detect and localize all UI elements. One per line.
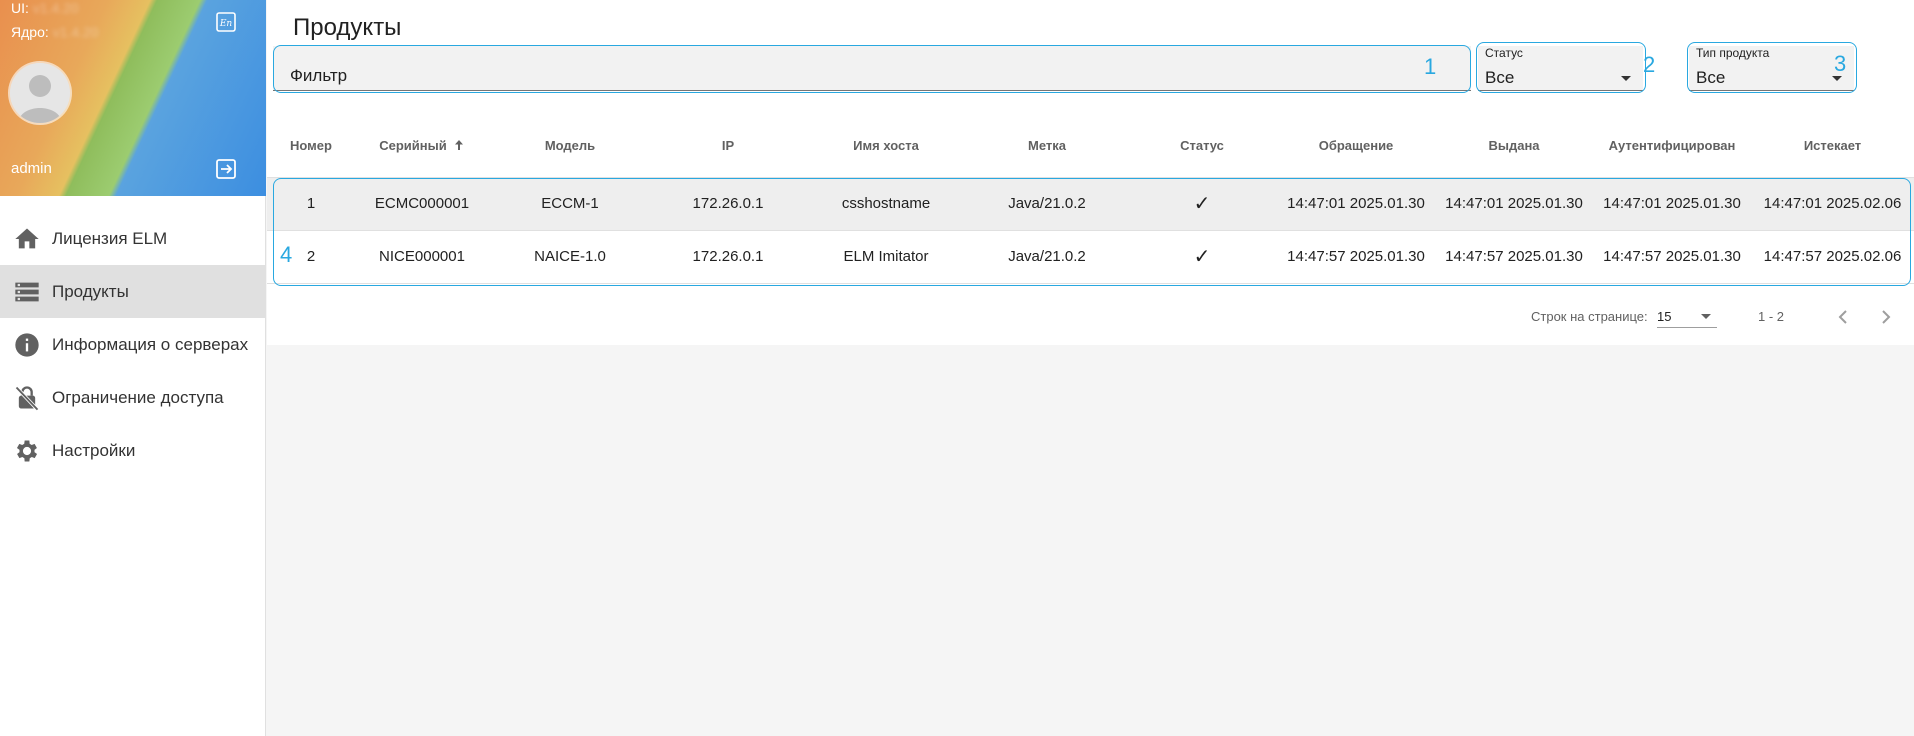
pagination: Строк на странице: 15 1 - 2 bbox=[267, 302, 1914, 332]
gear-icon bbox=[13, 437, 41, 465]
column-header-issued[interactable]: Выдана bbox=[1435, 115, 1593, 178]
chevron-left-icon bbox=[1838, 310, 1847, 324]
ui-version-value: v1.4.20 bbox=[32, 0, 79, 16]
sidebar-item-label: Продукты bbox=[52, 281, 129, 301]
rows-per-page-value: 15 bbox=[1657, 309, 1672, 324]
column-header-access[interactable]: Обращение bbox=[1277, 115, 1435, 178]
table-header-row: Номер Серийный Модель IP Имя хоста Метка… bbox=[267, 115, 1914, 178]
chevron-right-icon bbox=[1882, 310, 1891, 324]
callout-number: 2 bbox=[1643, 52, 1656, 77]
callout-number: 4 bbox=[280, 242, 293, 267]
callout-box-status bbox=[1476, 42, 1646, 93]
core-version-label: Ядро: bbox=[11, 24, 49, 40]
filter-toolbar: Продукты Фильтр Статус Все Тип продукта … bbox=[267, 0, 1914, 115]
rows-per-page-label: Строк на странице: bbox=[1531, 309, 1648, 324]
column-header-tag[interactable]: Метка bbox=[967, 115, 1127, 178]
rows-per-page-select[interactable]: 15 bbox=[1657, 306, 1717, 328]
column-header-model[interactable]: Модель bbox=[489, 115, 651, 178]
lock-off-icon bbox=[13, 384, 41, 412]
home-icon bbox=[13, 225, 41, 253]
arrow-up-icon bbox=[453, 139, 465, 154]
column-header-label: Серийный bbox=[379, 137, 447, 153]
sidebar-item-server-info[interactable]: Информация о серверах bbox=[0, 318, 266, 371]
avatar bbox=[10, 63, 70, 123]
next-page-button[interactable] bbox=[1874, 305, 1898, 329]
language-button[interactable]: En bbox=[215, 11, 237, 33]
info-icon bbox=[13, 331, 41, 359]
translate-icon: En bbox=[216, 12, 236, 32]
logout-button[interactable] bbox=[214, 157, 238, 181]
page-title: Продукты bbox=[293, 14, 402, 41]
username: admin bbox=[11, 160, 52, 177]
callout-box-product-type bbox=[1687, 42, 1857, 93]
sidebar-item-settings[interactable]: Настройки bbox=[0, 424, 266, 477]
callout-box-filter bbox=[273, 45, 1471, 93]
core-version-value: v1.4.20 bbox=[52, 24, 99, 40]
sidebar-item-license[interactable]: Лицензия ELM bbox=[0, 212, 266, 265]
callout-number: 3 bbox=[1834, 51, 1847, 76]
callout-number: 1 bbox=[1424, 54, 1437, 79]
profile-header: UI: v1.4.20 Ядро: v1.4.20 En admin bbox=[0, 0, 266, 196]
svg-text:En: En bbox=[219, 19, 233, 29]
sidebar-item-products[interactable]: Продукты bbox=[0, 265, 266, 318]
sidebar-item-label: Ограничение доступа bbox=[52, 387, 224, 407]
sidebar: UI: v1.4.20 Ядро: v1.4.20 En admin Лицен… bbox=[0, 0, 266, 736]
logout-icon bbox=[216, 159, 236, 179]
column-header-authenticated[interactable]: Аутентифицирован bbox=[1593, 115, 1751, 178]
sidebar-item-access-restriction[interactable]: Ограничение доступа bbox=[0, 371, 266, 424]
ui-version-label: UI: bbox=[11, 0, 29, 16]
core-version: Ядро: v1.4.20 bbox=[11, 24, 99, 40]
sidebar-item-label: Настройки bbox=[52, 440, 136, 460]
sidebar-item-label: Лицензия ELM bbox=[52, 228, 168, 248]
column-header-status[interactable]: Статус bbox=[1127, 115, 1277, 178]
column-header-expires[interactable]: Истекает bbox=[1751, 115, 1914, 178]
sidebar-item-label: Информация о серверах bbox=[52, 334, 249, 354]
chevron-down-icon bbox=[1701, 314, 1711, 319]
column-header-hostname[interactable]: Имя хоста bbox=[805, 115, 967, 178]
column-header-number[interactable]: Номер bbox=[267, 115, 355, 178]
callout-box-table bbox=[273, 178, 1911, 286]
storage-icon bbox=[13, 278, 41, 306]
previous-page-button[interactable] bbox=[1831, 305, 1855, 329]
page-range: 1 - 2 bbox=[1758, 309, 1785, 324]
main-content: Продукты Фильтр Статус Все Тип продукта … bbox=[267, 0, 1914, 736]
column-header-ip[interactable]: IP bbox=[651, 115, 805, 178]
sidebar-nav: Лицензия ELM Продукты Информация о серве… bbox=[0, 212, 266, 477]
user-silhouette-icon bbox=[10, 63, 70, 123]
ui-version: UI: v1.4.20 bbox=[11, 0, 79, 16]
column-header-serial[interactable]: Серийный bbox=[355, 115, 489, 178]
